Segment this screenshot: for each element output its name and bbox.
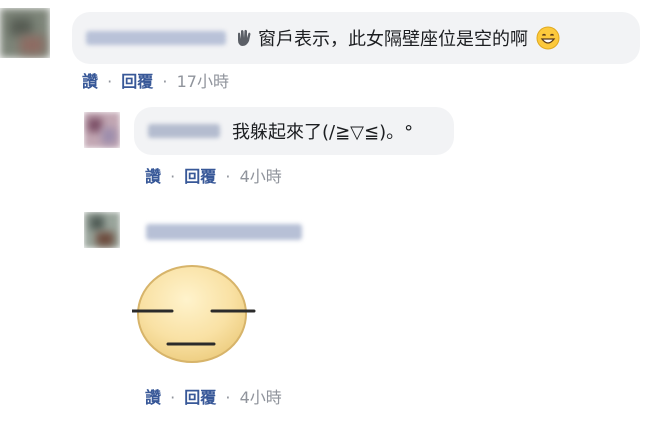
avatar[interactable]: [84, 212, 120, 248]
separator: ·: [170, 388, 176, 407]
comment-text: 窗戶表示，此女隔壁座位是空的啊: [258, 29, 528, 50]
commenter-name[interactable]: [148, 124, 220, 138]
expressionless-face-sticker[interactable]: [130, 262, 256, 370]
comment-actions: 讚 · 回覆 · 4小時: [145, 163, 282, 187]
avatar[interactable]: [0, 8, 50, 58]
comment-bubble: 窗戶表示，此女隔壁座位是空的啊: [72, 12, 640, 64]
like-link[interactable]: 讚: [145, 388, 161, 407]
like-link[interactable]: 讚: [82, 72, 98, 91]
avatar[interactable]: [84, 112, 120, 148]
grinning-face-icon: [536, 26, 560, 50]
timestamp[interactable]: 17小時: [177, 72, 229, 91]
reply-link[interactable]: 回覆: [121, 72, 153, 91]
separator: ·: [225, 167, 231, 186]
commenter-name[interactable]: [86, 31, 226, 45]
timestamp[interactable]: 4小時: [240, 167, 282, 186]
reply-link[interactable]: 回覆: [184, 388, 216, 407]
separator: ·: [107, 72, 113, 91]
timestamp[interactable]: 4小時: [240, 388, 282, 407]
comment-text: 我躲起來了(/≧▽≦)。°: [232, 122, 414, 143]
comment-actions: 讚 · 回覆 · 17小時: [82, 68, 229, 92]
separator: ·: [162, 72, 168, 91]
comment-actions: 讚 · 回覆 · 4小時: [145, 384, 282, 408]
separator: ·: [225, 388, 231, 407]
separator: ·: [170, 167, 176, 186]
commenter-name[interactable]: [146, 224, 302, 240]
like-link[interactable]: 讚: [145, 167, 161, 186]
waving-hand-icon: [234, 28, 254, 48]
comment-bubble: 我躲起來了(/≧▽≦)。°: [134, 107, 454, 155]
reply-link[interactable]: 回覆: [184, 167, 216, 186]
